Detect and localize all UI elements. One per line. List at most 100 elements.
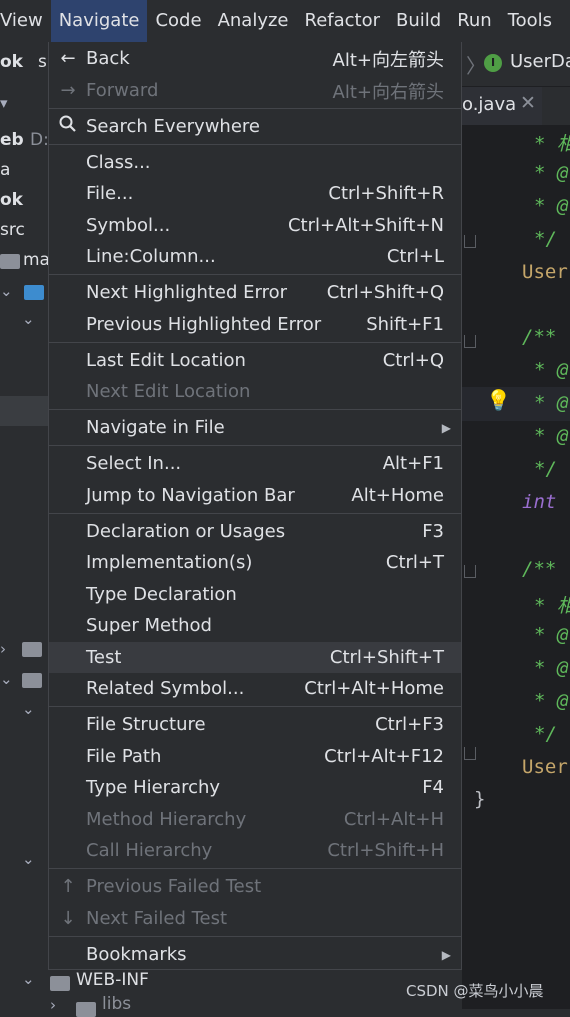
menu-item-shortcut: Ctrl+Shift+R — [328, 183, 444, 204]
menu-item-label: Type Declaration — [86, 584, 237, 605]
chevron-down-icon[interactable]: ⌄ — [22, 700, 35, 718]
menu-item-select-in[interactable]: Select In... Alt+F1 — [49, 448, 461, 479]
menu-item-label: Next Edit Location — [86, 381, 251, 402]
submenu-arrow-icon: ▶ — [441, 947, 451, 962]
menu-item-file-path[interactable]: File Path Ctrl+Alt+F12 — [49, 741, 461, 772]
menu-item-call-hierarchy[interactable]: Call Hierarchy Ctrl+Shift+H — [49, 835, 461, 866]
folder-icon — [50, 976, 70, 991]
menu-item-navigate-in-file[interactable]: Navigate in File ▶ — [49, 412, 461, 443]
menu-item-implementations[interactable]: Implementation(s) Ctrl+T — [49, 547, 461, 578]
menu-item-label: File... — [86, 183, 134, 204]
menu-item-forward[interactable]: → Forward Alt+向右箭头 — [49, 75, 461, 106]
menu-item-shortcut: Ctrl+Shift+Q — [326, 282, 444, 303]
menu-code[interactable]: Code — [147, 0, 209, 42]
menu-item-previous-failed-test[interactable]: ↑ Previous Failed Test — [49, 871, 461, 902]
menu-item-bookmarks[interactable]: Bookmarks ▶ — [49, 939, 461, 970]
code-line: * @ — [534, 359, 569, 381]
menu-item-label: Search Everywhere — [86, 116, 260, 137]
menu-item-next-failed-test[interactable]: ↓ Next Failed Test — [49, 903, 461, 934]
menu-item-search-everywhere[interactable]: Search Everywhere — [49, 111, 461, 142]
chevron-down-icon[interactable]: ⌄ — [0, 670, 13, 688]
tree-project-root[interactable]: eb — [0, 130, 24, 150]
menu-item-shortcut: Ctrl+F3 — [375, 714, 444, 735]
menu-item-jump-to-navigation-bar[interactable]: Jump to Navigation Bar Alt+Home — [49, 480, 461, 511]
menu-item-line-column[interactable]: Line:Column... Ctrl+L — [49, 241, 461, 272]
breadcrumb-file[interactable]: UserDa — [510, 51, 570, 72]
menu-navigate[interactable]: Navigate — [50, 0, 148, 42]
menu-item-next-edit-location[interactable]: Next Edit Location — [49, 376, 461, 407]
chevron-right-icon[interactable]: › — [50, 996, 56, 1014]
chevron-right-icon[interactable]: › — [0, 640, 6, 658]
code-line: User — [522, 756, 568, 778]
menu-item-test[interactable]: Test Ctrl+Shift+T — [49, 642, 461, 673]
menu-item-label: Previous Highlighted Error — [86, 314, 322, 335]
menu-item-label: Jump to Navigation Bar — [86, 485, 295, 506]
watermark: CSDN @菜鸟小小晨 — [406, 982, 544, 1000]
chevron-down-icon[interactable]: ⌄ — [22, 970, 35, 988]
menu-item-shortcut: Ctrl+Alt+H — [343, 809, 444, 830]
menu-analyze[interactable]: Analyze — [210, 0, 297, 42]
menu-item-next-highlighted-error[interactable]: Next Highlighted Error Ctrl+Shift+Q — [49, 277, 461, 308]
tree-item-libs[interactable]: libs — [102, 994, 131, 1014]
menu-item-type-declaration[interactable]: Type Declaration — [49, 579, 461, 610]
breadcrumb-src[interactable]: s — [38, 52, 47, 72]
menu-refactor[interactable]: Refactor — [297, 0, 389, 42]
tree-selected-row[interactable] — [0, 396, 48, 426]
submenu-arrow-icon: ▶ — [441, 420, 451, 435]
menu-item-last-edit-location[interactable]: Last Edit Location Ctrl+Q — [49, 345, 461, 376]
tree-row-web-inf[interactable]: ⌄ WEB-INF › libs — [0, 970, 462, 1017]
navigate-menu: ← Back Alt+向左箭头 → Forward Alt+向右箭头 Searc… — [48, 42, 462, 970]
close-icon[interactable]: ✕ — [520, 92, 536, 114]
menu-item-label: Last Edit Location — [86, 350, 246, 371]
menu-item-class[interactable]: Class... — [49, 147, 461, 178]
editor-tabs: o.java ✕ — [462, 87, 570, 127]
tree-item-src[interactable]: src — [0, 220, 25, 240]
menu-item-shortcut: Alt+向左箭头 — [332, 49, 444, 71]
code-line: * @ — [534, 657, 569, 679]
folder-icon — [22, 642, 42, 657]
folder-icon — [76, 1002, 96, 1017]
menu-item-symbol[interactable]: Symbol... Ctrl+Alt+Shift+N — [49, 210, 461, 241]
folder-icon — [24, 285, 44, 300]
code-line: * @ — [534, 392, 569, 414]
breadcrumb-separator-icon: 〉 — [466, 54, 486, 78]
tree-item[interactable]: ok — [0, 190, 23, 210]
interface-icon: I — [484, 54, 502, 72]
menu-item-file[interactable]: File... Ctrl+Shift+R — [49, 178, 461, 209]
navigation-bar: 〉 I UserDa — [462, 42, 570, 87]
menu-separator — [49, 706, 461, 707]
menu-item-related-symbol[interactable]: Related Symbol... Ctrl+Alt+Home — [49, 673, 461, 704]
fold-marker-icon[interactable] — [464, 235, 476, 248]
menu-item-back[interactable]: ← Back Alt+向左箭头 — [49, 43, 461, 74]
tree-item-web-inf[interactable]: WEB-INF — [76, 970, 149, 990]
menu-item-label: Test — [86, 647, 122, 668]
menu-tools[interactable]: Tools — [500, 0, 560, 42]
menu-item-label: Call Hierarchy — [86, 840, 213, 861]
menu-run[interactable]: Run — [449, 0, 500, 42]
menu-separator — [49, 868, 461, 869]
menu-item-super-method[interactable]: Super Method — [49, 610, 461, 641]
menu-bar: View Navigate Code Analyze Refactor Buil… — [0, 0, 570, 42]
breadcrumb-project[interactable]: ok — [0, 52, 23, 72]
menu-item-label: Back — [86, 48, 130, 69]
menu-item-previous-highlighted-error[interactable]: Previous Highlighted Error Shift+F1 — [49, 309, 461, 340]
menu-view[interactable]: View — [0, 0, 51, 42]
code-editor[interactable]: 💡 * 相 * @ * @ */ User /** * @ * @ * @ */… — [462, 125, 570, 1009]
chevron-down-icon[interactable]: ⌄ — [22, 310, 35, 328]
collapse-icon[interactable]: ▾ — [0, 94, 8, 112]
fold-marker-icon[interactable] — [464, 565, 476, 578]
lightbulb-icon[interactable]: 💡 — [486, 388, 511, 412]
menu-item-method-hierarchy[interactable]: Method Hierarchy Ctrl+Alt+H — [49, 804, 461, 835]
menu-build[interactable]: Build — [388, 0, 449, 42]
fold-marker-icon[interactable] — [464, 335, 476, 348]
menu-item-label: Type Hierarchy — [86, 777, 221, 798]
tree-item[interactable]: a — [0, 160, 10, 180]
menu-separator — [49, 108, 461, 109]
tree-item-main[interactable]: ma — [23, 250, 50, 270]
menu-item-type-hierarchy[interactable]: Type Hierarchy F4 — [49, 772, 461, 803]
chevron-down-icon[interactable]: ⌄ — [0, 282, 13, 300]
chevron-down-icon[interactable]: ⌄ — [22, 850, 35, 868]
fold-marker-icon[interactable] — [464, 747, 476, 760]
menu-item-declaration-or-usages[interactable]: Declaration or Usages F3 — [49, 516, 461, 547]
menu-item-file-structure[interactable]: File Structure Ctrl+F3 — [49, 709, 461, 740]
